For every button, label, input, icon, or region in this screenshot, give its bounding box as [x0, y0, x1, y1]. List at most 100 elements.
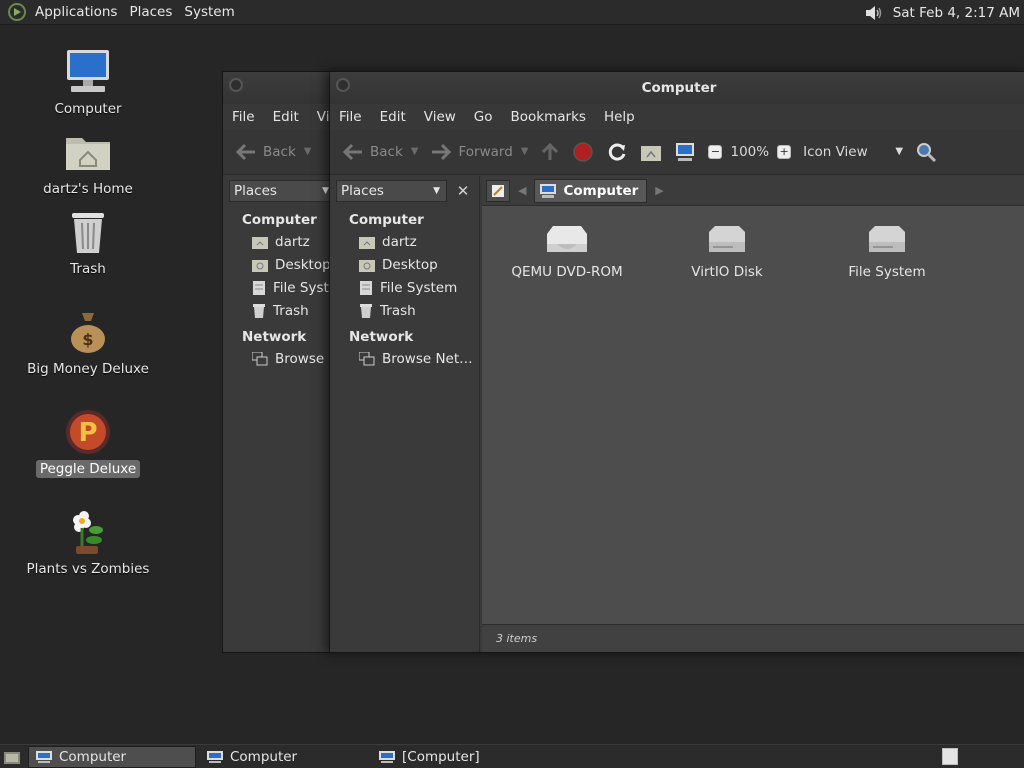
trash-icon [72, 213, 104, 253]
file-item-virtio-disk[interactable]: VirtIO Disk [652, 224, 802, 280]
computer-file-manager-window[interactable]: Computer File Edit View Go Bookmarks Hel… [329, 71, 1024, 653]
home-button[interactable] [634, 137, 668, 167]
places-dropdown[interactable]: Places ▼ [336, 180, 447, 202]
desktop-icon-plants-vs-zombies[interactable]: Plants vs Zombies [18, 506, 158, 578]
places-dropdown[interactable]: Places ▼ [229, 180, 336, 202]
applications-menu[interactable]: Applications [29, 0, 123, 25]
bottom-panel: Computer Computer [Computer] [0, 744, 1024, 768]
trash-icon [360, 304, 372, 318]
zoom-level: 100% [730, 143, 770, 160]
forward-button[interactable]: Forward ▼ [424, 137, 534, 167]
menu-bookmarks[interactable]: Bookmarks [502, 109, 595, 125]
breadcrumb-computer[interactable]: Computer [534, 178, 648, 203]
menu-view[interactable]: View [415, 109, 465, 125]
chevron-down-icon: ▼ [433, 186, 440, 196]
computer-icon [676, 142, 695, 161]
side-pane: Places ▼ Computer dartz Desktop File Sys… [223, 176, 343, 652]
desktop-icon-computer[interactable]: Computer [18, 46, 158, 118]
arrow-left-icon [342, 143, 362, 160]
breadcrumb-right-arrow-icon[interactable]: ▶ [655, 184, 663, 197]
stop-button[interactable] [566, 137, 600, 167]
menu-file[interactable]: File [223, 109, 264, 125]
sidebar-item-desktop[interactable]: Desktop [223, 254, 342, 277]
hard-disk-icon [869, 226, 905, 252]
menu-help[interactable]: Help [595, 109, 644, 125]
titlebar[interactable] [223, 72, 341, 104]
taskbar-item-computer-3[interactable]: [Computer] [372, 746, 540, 768]
side-heading-network: Network [349, 329, 414, 345]
location-toggle-button[interactable] [486, 179, 510, 202]
desktop-icon-peggle[interactable]: P Peggle Deluxe [18, 406, 158, 478]
status-text: 3 items [496, 632, 538, 645]
toolbar: Back ▼ [223, 129, 341, 175]
sidebar-item-trash[interactable]: Trash [330, 300, 479, 323]
computer-icon [67, 50, 109, 92]
back-button[interactable]: Back ▼ [229, 137, 317, 167]
desktop-folder-icon [359, 260, 375, 272]
computer-icon [540, 183, 557, 198]
close-icon[interactable] [229, 78, 243, 92]
network-icon [252, 352, 268, 366]
back-button[interactable]: Back ▼ [336, 137, 424, 167]
volume-icon[interactable] [863, 3, 885, 23]
desktop-icon-label: Peggle Deluxe [35, 460, 141, 478]
optical-drive-icon [547, 226, 587, 252]
breadcrumb-left-arrow-icon[interactable]: ◀ [518, 184, 526, 197]
chevron-down-icon[interactable]: ▼ [304, 146, 312, 157]
hard-disk-icon [709, 226, 745, 252]
flower-icon [73, 511, 103, 554]
sidebar-item-label: Desktop [275, 257, 331, 273]
back-file-manager-window[interactable]: File Edit Vi Back ▼ Places ▼ Computer da… [222, 71, 343, 653]
chevron-down-icon[interactable]: ▼ [521, 146, 529, 157]
computer-button[interactable] [668, 137, 702, 167]
zoom-in-icon[interactable]: + [777, 144, 792, 159]
file-view[interactable]: ◀ Computer ▶ QEMU DVD-ROM VirtIO Disk Fi… [482, 176, 1024, 652]
desktop-icon-home[interactable]: dartz's Home [18, 126, 158, 198]
workspace-switcher[interactable] [942, 748, 958, 765]
task-label: Computer [59, 748, 127, 765]
sidebar-item-desktop[interactable]: Desktop [330, 254, 479, 277]
desktop-icon-trash[interactable]: Trash [18, 206, 158, 278]
chevron-down-icon: ▼ [322, 186, 329, 196]
view-mode-dropdown[interactable]: Icon View ▼ [797, 137, 909, 167]
sidebar-item-file-system[interactable]: File Syste [223, 277, 342, 300]
places-label: Places [234, 183, 277, 199]
file-system-icon [360, 281, 372, 295]
sidebar-item-file-system[interactable]: File System [330, 277, 479, 300]
file-item-file-system[interactable]: File System [812, 224, 962, 280]
menu-file[interactable]: File [330, 109, 371, 125]
desktop-icon-big-money[interactable]: $ Big Money Deluxe [18, 306, 158, 378]
task-label: Computer [230, 748, 298, 765]
titlebar[interactable]: Computer [330, 72, 1024, 104]
menubar: File Edit Vi [223, 104, 341, 129]
sidebar-item-browse-network[interactable]: Browse Net… [330, 348, 479, 371]
file-item-qemu-dvd-rom[interactable]: QEMU DVD-ROM [492, 224, 642, 280]
reload-icon [609, 143, 626, 161]
sidebar-item-trash[interactable]: Trash [223, 300, 342, 323]
sidebar-item-dartz[interactable]: dartz [330, 231, 479, 254]
chevron-down-icon[interactable]: ▼ [411, 146, 419, 157]
clock[interactable]: Sat Feb 4, 2:17 AM [893, 5, 1020, 21]
home-folder-icon [66, 138, 110, 170]
close-pane-icon[interactable]: ✕ [453, 180, 473, 202]
reload-button[interactable] [600, 137, 634, 167]
menu-edit[interactable]: Edit [371, 109, 415, 125]
system-menu[interactable]: System [178, 0, 240, 25]
menu-edit[interactable]: Edit [264, 109, 308, 125]
file-name: File System [848, 264, 926, 280]
sidebar-item-browse-network[interactable]: Browse N [223, 348, 342, 371]
desktop-icon-label: Trash [70, 261, 106, 277]
up-button[interactable] [534, 137, 566, 167]
show-desktop-button[interactable] [0, 745, 24, 768]
zoom-out-icon[interactable]: − [708, 144, 723, 159]
taskbar-item-computer-2[interactable]: Computer [200, 746, 368, 768]
sidebar-item-label: dartz [382, 234, 417, 250]
computer-icon [207, 750, 223, 763]
arrow-up-icon [542, 142, 559, 160]
menu-go[interactable]: Go [465, 109, 502, 125]
search-button[interactable] [909, 137, 943, 167]
taskbar-item-computer-1[interactable]: Computer [28, 745, 196, 768]
places-menu[interactable]: Places [123, 0, 178, 25]
sidebar-item-dartz[interactable]: dartz [223, 231, 342, 254]
distro-logo-icon[interactable] [7, 2, 27, 22]
